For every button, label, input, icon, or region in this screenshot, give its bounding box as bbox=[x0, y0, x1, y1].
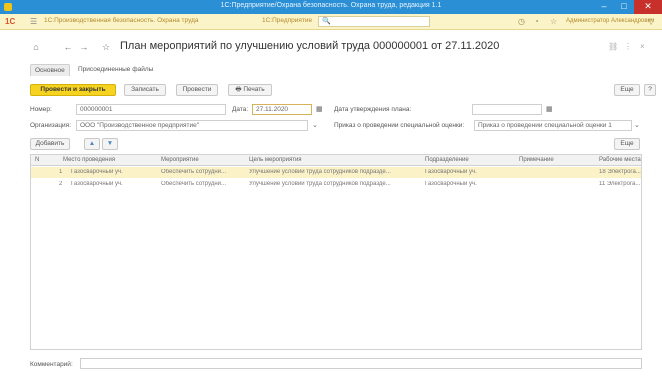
more-vertical-icon[interactable]: ⋮ bbox=[624, 42, 632, 51]
close-window-button[interactable]: ✕ bbox=[634, 0, 662, 14]
document-title: План мероприятий по улучшению условий тр… bbox=[120, 40, 500, 52]
current-user[interactable]: Администратор Александрович bbox=[566, 18, 654, 24]
measures-table: N Место проведения Мероприятие Цель меро… bbox=[30, 154, 642, 350]
section-tab-main[interactable]: 1С:Производственная безопасность. Охрана… bbox=[44, 17, 199, 24]
table-row[interactable]: 1 Газосварочный уч. Обеспечить сотрудни.… bbox=[31, 167, 641, 178]
close-doc-icon[interactable]: × bbox=[640, 42, 645, 51]
approval-date-label: Дата утверждения плана: bbox=[334, 106, 412, 113]
col-place[interactable]: Место проведения bbox=[63, 157, 115, 163]
print-button[interactable]: 🖶 Печать bbox=[228, 84, 272, 96]
move-down-button[interactable]: ▼ bbox=[102, 138, 118, 150]
more-button[interactable]: Еще bbox=[614, 84, 640, 96]
cell-n: 1 bbox=[59, 169, 63, 175]
post-button[interactable]: Провести bbox=[176, 84, 218, 96]
table-header: N Место проведения Мероприятие Цель меро… bbox=[31, 155, 641, 166]
organization-label: Организация: bbox=[30, 122, 72, 129]
organization-field[interactable]: ООО "Производственное предприятие" bbox=[76, 120, 308, 131]
filter-icon[interactable]: ▽ bbox=[648, 17, 654, 26]
post-and-close-button[interactable]: Провести и закрыть bbox=[30, 84, 116, 96]
search-icon: 🔍 bbox=[322, 18, 331, 25]
table-more-button[interactable]: Еще bbox=[614, 138, 640, 150]
star-icon[interactable]: ☆ bbox=[550, 17, 557, 26]
save-button[interactable]: Записать bbox=[124, 84, 166, 96]
comment-field[interactable] bbox=[80, 358, 642, 369]
print-label: Печать bbox=[243, 86, 265, 93]
sections-menu-icon[interactable]: ☰ bbox=[30, 17, 37, 26]
order-label: Приказ о проведении специальной оценки: bbox=[334, 122, 465, 129]
date-field[interactable]: 27.11.2020 bbox=[252, 104, 312, 115]
history-icon[interactable]: ◷ bbox=[518, 17, 525, 26]
col-workplaces[interactable]: Рабочие места bbox=[599, 157, 641, 163]
forward-icon[interactable]: → bbox=[78, 41, 90, 53]
favorite-star-icon[interactable]: ☆ bbox=[100, 41, 112, 53]
tab-main[interactable]: Основное bbox=[30, 64, 70, 76]
approval-calendar-icon[interactable]: ▦ bbox=[546, 105, 553, 113]
number-label: Номер: bbox=[30, 106, 52, 113]
col-department[interactable]: Подразделение bbox=[425, 157, 469, 163]
comment-label: Комментарий: bbox=[30, 361, 73, 368]
cell-department: Газосварочный уч. bbox=[425, 169, 477, 175]
cell-place: Газосварочный уч. bbox=[71, 181, 123, 187]
cell-goal: Улучшение условий труда сотрудников подр… bbox=[249, 181, 391, 187]
add-row-button[interactable]: Добавить bbox=[30, 138, 70, 150]
app-logo: 1С bbox=[5, 17, 16, 26]
window-title: 1С:Предприятие/Охрана безопасность. Охра… bbox=[220, 2, 442, 9]
col-note[interactable]: Примечание bbox=[519, 157, 554, 163]
cell-measure: Обеспечить сотрудни... bbox=[161, 181, 227, 187]
maximize-button[interactable]: □ bbox=[614, 0, 634, 14]
home-icon[interactable]: ⌂ bbox=[30, 41, 42, 53]
cell-place: Газосварочный уч. bbox=[71, 169, 123, 175]
date-label: Дата: bbox=[232, 106, 249, 113]
tab-attached-files[interactable]: Присоединенные файлы bbox=[74, 64, 157, 76]
approval-date-field[interactable] bbox=[472, 104, 542, 115]
bell-icon[interactable]: ◔ bbox=[534, 17, 539, 26]
cell-goal: Улучшение условий труда сотрудников подр… bbox=[249, 169, 391, 175]
calendar-icon[interactable]: ▦ bbox=[316, 105, 323, 113]
minimize-button[interactable]: – bbox=[594, 0, 614, 14]
link-icon[interactable]: ⛓ bbox=[608, 42, 618, 51]
cell-n: 2 bbox=[59, 181, 63, 187]
table-row[interactable]: 2 Газосварочный уч. Обеспечить сотрудни.… bbox=[31, 179, 641, 190]
back-icon[interactable]: ← bbox=[62, 41, 74, 53]
document-header: ⌂ ← → ☆ План мероприятий по улучшению ус… bbox=[0, 30, 662, 60]
org-dropdown-icon[interactable]: ⌄ bbox=[312, 121, 318, 129]
window-titlebar: 1С:Предприятие/Охрана безопасность. Охра… bbox=[0, 0, 662, 14]
section-tab-enterprise[interactable]: 1С:Предприятие bbox=[262, 17, 312, 24]
order-dropdown-icon[interactable]: ⌄ bbox=[634, 121, 640, 129]
col-n[interactable]: N bbox=[35, 157, 39, 163]
order-field[interactable]: Приказ о проведении специальной оценки 1 bbox=[474, 120, 632, 131]
move-up-button[interactable]: ▲ bbox=[84, 138, 100, 150]
cell-workplaces: 18 Электрога... bbox=[599, 169, 641, 175]
cell-department: Газосварочный уч. bbox=[425, 181, 477, 187]
cell-workplaces: 11 Электрога... bbox=[599, 181, 641, 187]
col-goal[interactable]: Цель мероприятия bbox=[249, 157, 302, 163]
col-measure[interactable]: Мероприятие bbox=[161, 157, 199, 163]
global-search-input[interactable]: 🔍 bbox=[318, 16, 430, 27]
cell-measure: Обеспечить сотрудни... bbox=[161, 169, 227, 175]
number-field[interactable]: 000000001 bbox=[76, 104, 226, 115]
section-bar: 1С ☰ 1С:Производственная безопасность. О… bbox=[0, 14, 662, 30]
help-button[interactable]: ? bbox=[644, 84, 656, 96]
